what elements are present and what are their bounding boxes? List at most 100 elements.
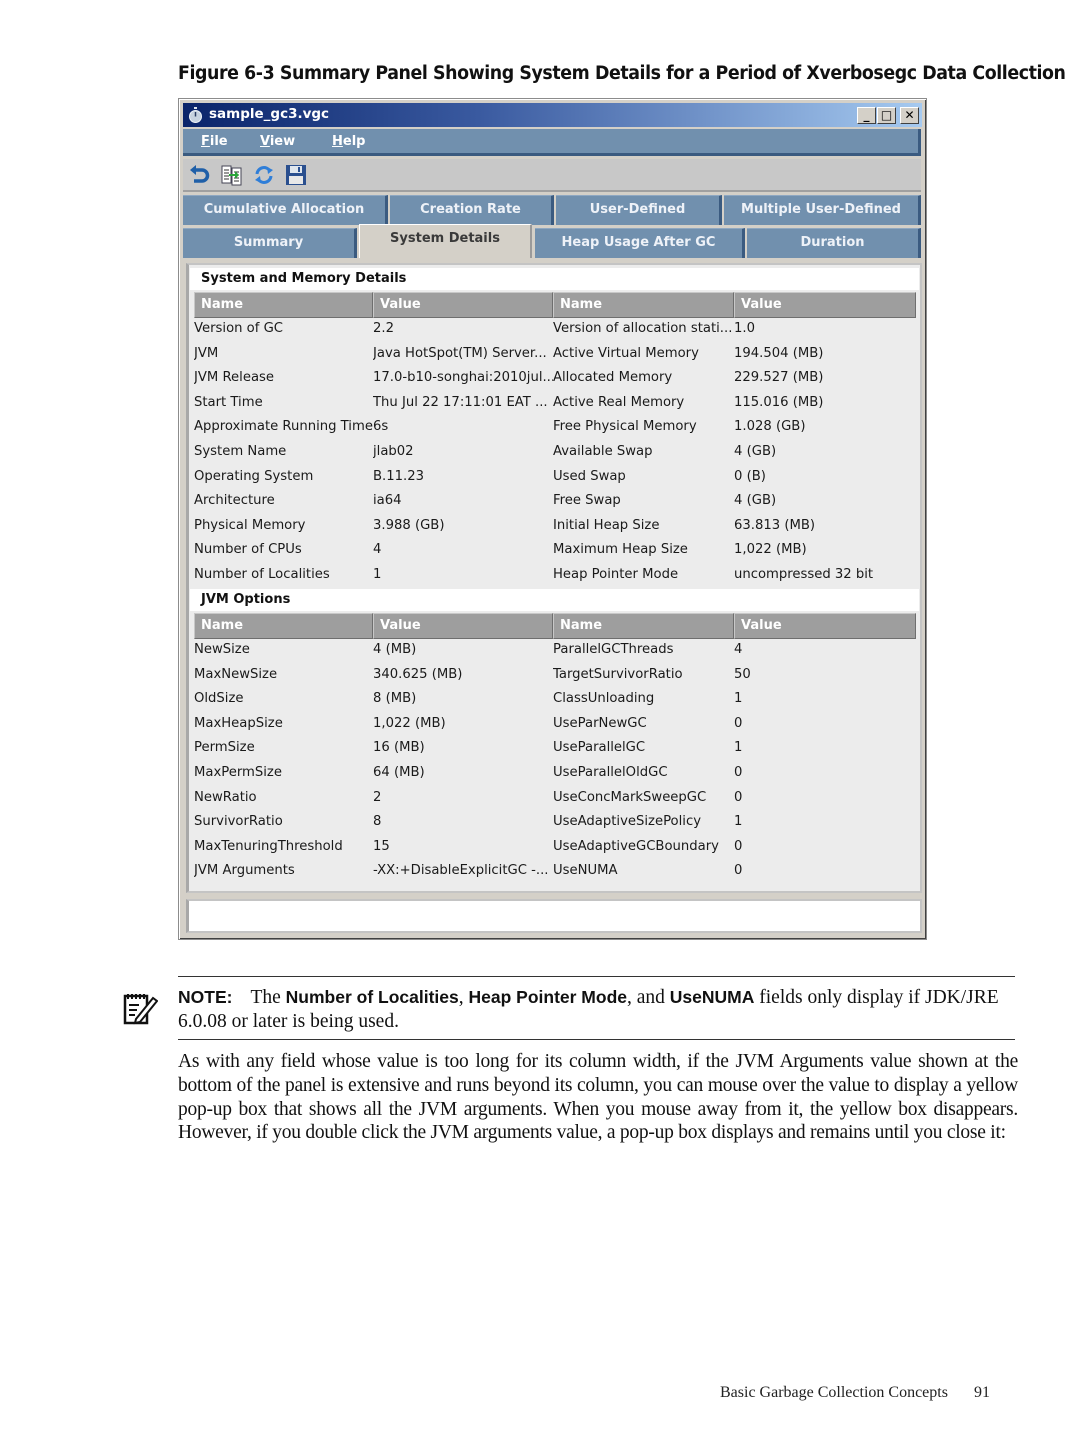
value-cell[interactable]: 50 bbox=[734, 667, 916, 682]
name-cell[interactable]: Allocated Memory bbox=[553, 370, 734, 385]
compare-files-icon[interactable] bbox=[221, 164, 243, 186]
name-cell[interactable]: UseAdaptiveGCBoundary bbox=[553, 839, 734, 854]
tab-creation-rate[interactable]: Creation Rate bbox=[390, 195, 554, 225]
table-row[interactable]: MaxHeapSize 1,022 (MB) UseParNewGC 0 bbox=[194, 713, 916, 738]
value-cell[interactable]: 0 bbox=[734, 765, 916, 780]
column-header-name[interactable]: Name bbox=[553, 292, 734, 318]
name-cell[interactable]: System Name bbox=[194, 444, 373, 459]
table-row[interactable]: Approximate Running Time 6s Free Physical … bbox=[194, 416, 916, 441]
value-cell[interactable]: 8 (MB) bbox=[373, 691, 553, 706]
value-cell[interactable]: uncompressed 32 bit bbox=[734, 567, 916, 582]
name-cell[interactable]: Architecture bbox=[194, 493, 373, 508]
value-cell[interactable]: 2 bbox=[373, 790, 553, 805]
title-bar[interactable]: sample_gc3.vgc _ □ ✕ bbox=[183, 103, 922, 127]
name-cell[interactable]: JVM bbox=[194, 346, 373, 361]
name-cell[interactable]: UseParallelOldGC bbox=[553, 765, 734, 780]
value-cell[interactable]: 3.988 (GB) bbox=[373, 518, 553, 533]
table-row[interactable]: NewRatio 2 UseConcMarkSweepGC 0 bbox=[194, 787, 916, 812]
table-row[interactable]: MaxPermSize 64 (MB) UseParallelOldGC 0 bbox=[194, 762, 916, 787]
column-header-name[interactable]: Name bbox=[194, 613, 373, 639]
value-cell[interactable]: 1 bbox=[734, 691, 916, 706]
table-row[interactable]: Physical Memory 3.988 (GB) Initial Heap Si… bbox=[194, 515, 916, 540]
value-cell[interactable]: 63.813 (MB) bbox=[734, 518, 916, 533]
save-icon[interactable] bbox=[285, 164, 307, 186]
value-cell[interactable]: 2.2 bbox=[373, 321, 553, 336]
value-cell[interactable]: 4 (GB) bbox=[734, 493, 916, 508]
name-cell[interactable]: MaxPermSize bbox=[194, 765, 373, 780]
name-cell[interactable]: Version of GC bbox=[194, 321, 373, 336]
table-row[interactable]: JVM Release 17.0-b10-songhai:2010jul... Al… bbox=[194, 367, 916, 392]
tab-multiple-user-defined[interactable]: Multiple User-Defined bbox=[724, 195, 921, 225]
column-header-value[interactable]: Value bbox=[373, 613, 553, 639]
name-cell[interactable]: SurvivorRatio bbox=[194, 814, 373, 829]
tab-duration[interactable]: Duration bbox=[747, 228, 921, 258]
column-header-value[interactable]: Value bbox=[373, 292, 553, 318]
table-row[interactable]: PermSize 16 (MB) UseParallelGC 1 bbox=[194, 737, 916, 762]
menu-help[interactable]: Help bbox=[332, 134, 365, 149]
name-cell[interactable]: OldSize bbox=[194, 691, 373, 706]
name-cell[interactable]: UseAdaptiveSizePolicy bbox=[553, 814, 734, 829]
minimize-button[interactable]: _ bbox=[857, 107, 876, 124]
column-header-name[interactable]: Name bbox=[553, 613, 734, 639]
name-cell[interactable]: MaxNewSize bbox=[194, 667, 373, 682]
value-cell[interactable]: 17.0-b10-songhai:2010jul... bbox=[373, 370, 553, 385]
tab-user-defined[interactable]: User-Defined bbox=[556, 195, 722, 225]
tab-heap-usage-after-gc[interactable]: Heap Usage After GC bbox=[535, 228, 745, 258]
table-row[interactable]: NewSize 4 (MB) ParallelGCThreads 4 bbox=[194, 639, 916, 664]
name-cell[interactable]: Maximum Heap Size bbox=[553, 542, 734, 557]
table-row[interactable]: Number of CPUs 4 Maximum Heap Size 1,022 (M… bbox=[194, 539, 916, 564]
name-cell[interactable]: Active Virtual Memory bbox=[553, 346, 734, 361]
name-cell[interactable]: Number of Localities bbox=[194, 567, 373, 582]
table-row[interactable]: MaxTenuringThreshold 15 UseAdaptiveGCBound… bbox=[194, 836, 916, 861]
value-cell[interactable]: 340.625 (MB) bbox=[373, 667, 553, 682]
value-cell[interactable]: 1,022 (MB) bbox=[373, 716, 553, 731]
value-cell[interactable]: 1.0 bbox=[734, 321, 916, 336]
name-cell[interactable]: Operating System bbox=[194, 469, 373, 484]
value-cell[interactable]: 1 bbox=[734, 814, 916, 829]
value-cell[interactable]: 4 bbox=[373, 542, 553, 557]
value-cell[interactable]: 0 bbox=[734, 716, 916, 731]
table-row[interactable]: JVM Arguments -XX:+DisableExplicitGC -...… bbox=[194, 860, 916, 885]
name-cell[interactable]: NewRatio bbox=[194, 790, 373, 805]
menu-view[interactable]: View bbox=[260, 134, 295, 149]
value-cell[interactable]: -XX:+DisableExplicitGC -... bbox=[373, 863, 553, 878]
table-row[interactable]: Version of GC 2.2 Version of allocation st… bbox=[194, 318, 916, 343]
name-cell[interactable]: PermSize bbox=[194, 740, 373, 755]
name-cell[interactable]: Active Real Memory bbox=[553, 395, 734, 410]
maximize-button[interactable]: □ bbox=[877, 107, 896, 124]
value-cell[interactable]: 6s bbox=[373, 419, 553, 434]
value-cell[interactable]: 0 bbox=[734, 863, 916, 878]
tab-summary[interactable]: Summary bbox=[183, 228, 357, 258]
name-cell[interactable]: Physical Memory bbox=[194, 518, 373, 533]
refresh-icon[interactable] bbox=[253, 164, 275, 186]
value-cell[interactable]: 4 (GB) bbox=[734, 444, 916, 459]
column-header-value[interactable]: Value bbox=[734, 613, 916, 639]
name-cell[interactable]: Heap Pointer Mode bbox=[553, 567, 734, 582]
value-cell[interactable]: 1 bbox=[734, 740, 916, 755]
name-cell[interactable]: UseNUMA bbox=[553, 863, 734, 878]
name-cell[interactable]: Free Physical Memory bbox=[553, 419, 734, 434]
close-button[interactable]: ✕ bbox=[900, 107, 919, 124]
table-row[interactable]: Start Time Thu Jul 22 17:11:01 EAT ... Act… bbox=[194, 392, 916, 417]
column-header-name[interactable]: Name bbox=[194, 292, 373, 318]
name-cell[interactable]: NewSize bbox=[194, 642, 373, 657]
value-cell[interactable]: 1.028 (GB) bbox=[734, 419, 916, 434]
value-cell[interactable]: 4 (MB) bbox=[373, 642, 553, 657]
undo-icon[interactable] bbox=[189, 164, 211, 186]
name-cell[interactable]: Free Swap bbox=[553, 493, 734, 508]
name-cell[interactable]: Available Swap bbox=[553, 444, 734, 459]
name-cell[interactable]: UseParNewGC bbox=[553, 716, 734, 731]
name-cell[interactable]: Version of allocation stati... bbox=[553, 321, 734, 336]
value-cell[interactable]: 4 bbox=[734, 642, 916, 657]
value-cell[interactable]: 8 bbox=[373, 814, 553, 829]
value-cell[interactable]: 16 (MB) bbox=[373, 740, 553, 755]
table-row[interactable]: OldSize 8 (MB) ClassUnloading 1 bbox=[194, 688, 916, 713]
value-cell[interactable]: 0 bbox=[734, 790, 916, 805]
value-cell[interactable]: Java HotSpot(TM) Server... bbox=[373, 346, 553, 361]
value-cell[interactable]: 115.016 (MB) bbox=[734, 395, 916, 410]
name-cell[interactable]: Start Time bbox=[194, 395, 373, 410]
name-cell[interactable]: UseConcMarkSweepGC bbox=[553, 790, 734, 805]
menu-file[interactable]: File bbox=[201, 134, 228, 149]
column-header-value[interactable]: Value bbox=[734, 292, 916, 318]
name-cell[interactable]: Used Swap bbox=[553, 469, 734, 484]
